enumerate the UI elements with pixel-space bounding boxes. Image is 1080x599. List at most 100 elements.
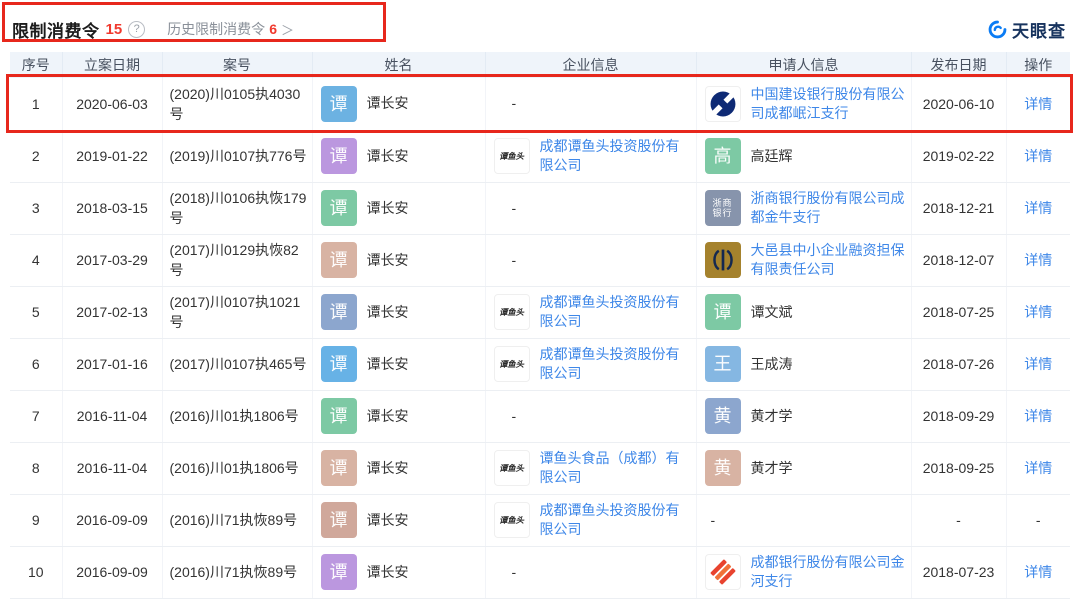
company-empty: - xyxy=(511,199,517,216)
header-bar: 限制消费令 15 ? 历史限制消费令 6 ＞ 天眼查 xyxy=(0,0,1080,52)
cell-no: 9 xyxy=(10,494,63,547)
company-empty: - xyxy=(511,407,517,424)
applicant-company-link[interactable]: 成都银行股份有限公司金河支行 xyxy=(751,553,905,591)
ccb-bank-logo xyxy=(704,85,741,122)
detail-link[interactable]: 详情 xyxy=(1024,252,1052,268)
column-header: 立案日期 xyxy=(62,52,163,78)
applicant-avatar: 黄 xyxy=(704,450,741,486)
cell-person: 谭 谭长安 xyxy=(312,546,486,599)
cell-person: 谭 谭长安 xyxy=(312,390,486,443)
cell-company: 谭鱼头 成都谭鱼头投资股份有限公司 xyxy=(485,338,697,391)
cell-applicant: - xyxy=(696,494,912,547)
cell-case-no: (2016)川71执恢89号 xyxy=(162,546,313,599)
company-link[interactable]: 成都谭鱼头投资股份有限公司 xyxy=(540,293,690,331)
cell-company: - xyxy=(485,390,697,443)
column-header: 姓名 xyxy=(312,52,486,78)
cell-company: - xyxy=(485,78,697,131)
company-link[interactable]: 谭鱼头食品（成都）有限公司 xyxy=(540,449,690,487)
page-title: 限制消费令 xyxy=(12,21,100,41)
cell-publish-date: 2018-07-23 xyxy=(911,546,1007,599)
cell-no: 8 xyxy=(10,442,63,495)
cell-filing-date: 2016-09-09 xyxy=(62,494,163,547)
company-link[interactable]: 成都谭鱼头投资股份有限公司 xyxy=(540,345,690,383)
cell-person: 谭 谭长安 xyxy=(312,182,486,235)
company-link[interactable]: 成都谭鱼头投资股份有限公司 xyxy=(540,501,690,539)
tianyancha-icon xyxy=(988,20,1007,38)
cell-company: 谭鱼头 成都谭鱼头投资股份有限公司 xyxy=(485,130,697,183)
cell-filing-date: 2016-09-09 xyxy=(62,546,163,599)
tianyancha-logo: 天眼查 xyxy=(988,17,1066,42)
cell-case-no: (2020)川0105执4030号 xyxy=(162,78,313,131)
person-avatar: 谭 xyxy=(320,398,357,434)
chevron-right-icon: ＞ xyxy=(280,22,294,38)
tanyutou-company-logo: 谭鱼头 xyxy=(493,346,530,382)
person-avatar: 谭 xyxy=(320,450,357,486)
cell-filing-date: 2018-03-15 xyxy=(62,182,163,235)
detail-link[interactable]: 详情 xyxy=(1024,200,1052,216)
cell-filing-date: 2017-02-13 xyxy=(62,286,163,339)
cell-filing-date: 2019-01-22 xyxy=(62,130,163,183)
cell-publish-date: 2018-09-25 xyxy=(911,442,1007,495)
help-icon[interactable]: ? xyxy=(128,20,146,38)
cell-person: 谭 谭长安 xyxy=(312,442,486,495)
cell-case-no: (2017)川0107执1021号 xyxy=(162,286,313,339)
applicant-name: 谭文斌 xyxy=(750,303,793,320)
cell-no: 4 xyxy=(10,234,63,287)
table-row: 2 2019-01-22 (2019)川0107执776号 谭 谭长安 谭鱼头 … xyxy=(10,130,1070,183)
cell-case-no: (2019)川0107执776号 xyxy=(162,130,313,183)
detail-link[interactable]: 详情 xyxy=(1024,356,1052,372)
cell-case-no: (2018)川0106执恢179号 xyxy=(162,182,313,235)
cell-action: 详情 xyxy=(1006,78,1070,131)
detail-link[interactable]: 详情 xyxy=(1024,564,1052,580)
detail-link[interactable]: 详情 xyxy=(1024,148,1052,164)
applicant-company-link[interactable]: 大邑县中小企业融资担保有限责任公司 xyxy=(751,241,905,279)
history-count: 6 xyxy=(269,21,277,37)
history-label: 历史限制消费令 xyxy=(167,21,266,37)
cell-publish-date: 2019-02-22 xyxy=(911,130,1007,183)
cell-person: 谭 谭长安 xyxy=(312,234,486,287)
table-row: 10 2016-09-09 (2016)川71执恢89号 谭 谭长安 - 成都银… xyxy=(10,546,1070,599)
detail-link[interactable]: 详情 xyxy=(1024,408,1052,424)
cell-case-no: (2017)川0107执465号 xyxy=(162,338,313,391)
cell-applicant: 大邑县中小企业融资担保有限责任公司 xyxy=(696,234,912,287)
tanyutou-company-logo: 谭鱼头 xyxy=(493,502,530,538)
detail-link[interactable]: 详情 xyxy=(1024,460,1052,476)
applicant-company-link[interactable]: 中国建设银行股份有限公司成都岷江支行 xyxy=(751,85,905,123)
company-empty: - xyxy=(511,95,517,112)
cell-no: 7 xyxy=(10,390,63,443)
person-avatar: 谭 xyxy=(320,85,357,122)
cell-publish-date: 2018-09-29 xyxy=(911,390,1007,443)
table-row: 7 2016-11-04 (2016)川01执1806号 谭 谭长安 - 黄 黄… xyxy=(10,390,1070,443)
company-empty: - xyxy=(511,563,517,580)
cell-publish-date: 2018-07-26 xyxy=(911,338,1007,391)
person-name: 谭长安 xyxy=(366,95,409,112)
table-row: 8 2016-11-04 (2016)川01执1806号 谭 谭长安 谭鱼头 谭… xyxy=(10,442,1070,495)
cell-applicant: 谭 谭文斌 xyxy=(696,286,912,339)
brand-name: 天眼查 xyxy=(1012,21,1066,41)
cell-publish-date: - xyxy=(911,494,1007,547)
chengdu-bank-logo xyxy=(704,554,741,590)
company-link[interactable]: 成都谭鱼头投资股份有限公司 xyxy=(540,137,690,175)
applicant-name: 黄才学 xyxy=(750,407,793,424)
table-row: 3 2018-03-15 (2018)川0106执恢179号 谭 谭长安 - 浙… xyxy=(10,182,1070,235)
applicant-company-link[interactable]: 浙商银行股份有限公司成都金牛支行 xyxy=(751,189,905,227)
cell-no: 1 xyxy=(10,78,63,131)
cell-company: - xyxy=(485,182,697,235)
detail-link[interactable]: 详情 xyxy=(1024,304,1052,320)
cell-company: - xyxy=(485,234,697,287)
cell-applicant: 黄 黄才学 xyxy=(696,390,912,443)
column-header: 案号 xyxy=(162,52,313,78)
detail-link[interactable]: 详情 xyxy=(1024,96,1052,112)
table-body: 1 2020-06-03 (2020)川0105执4030号 谭 谭长安 - 中… xyxy=(10,78,1070,599)
applicant-name: 王成涛 xyxy=(750,355,793,372)
cell-action: 详情 xyxy=(1006,390,1070,443)
table-row: 6 2017-01-16 (2017)川0107执465号 谭 谭长安 谭鱼头 … xyxy=(10,338,1070,391)
person-avatar: 谭 xyxy=(320,346,357,382)
cell-company: 谭鱼头 谭鱼头食品（成都）有限公司 xyxy=(485,442,697,495)
history-restriction-link[interactable]: 历史限制消费令 6 ＞ xyxy=(167,19,294,39)
cell-action: 详情 xyxy=(1006,286,1070,339)
applicant-avatar: 谭 xyxy=(704,294,741,330)
person-name: 谭长安 xyxy=(366,147,409,164)
person-name: 谭长安 xyxy=(366,251,409,268)
person-name: 谭长安 xyxy=(366,563,409,580)
